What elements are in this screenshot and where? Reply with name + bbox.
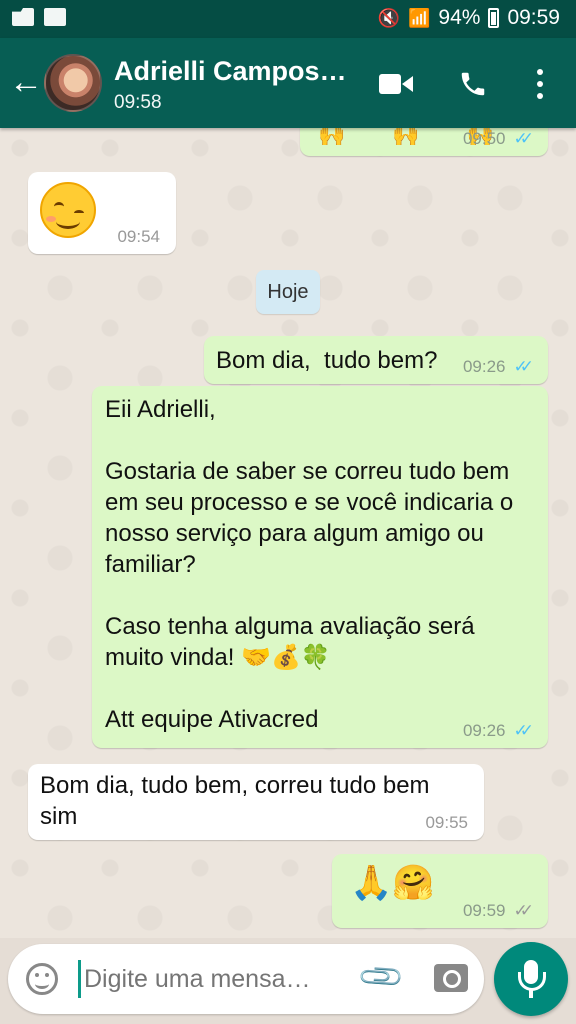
message-input[interactable]: [84, 958, 354, 1000]
back-arrow-icon[interactable]: ←: [8, 64, 44, 100]
smiling-face-emoji-icon: [40, 182, 96, 238]
delivered-ticks-icon: ✓✓: [513, 901, 534, 920]
mute-icon: 🔇: [377, 7, 400, 28]
message-bubble-in[interactable]: Bom dia, tudo bem, correu tudo bem sim 0…: [28, 764, 484, 840]
contact-name[interactable]: Adrielli Campos…: [114, 56, 347, 87]
message-time: 09:26 ✓✓: [463, 357, 534, 376]
avatar[interactable]: [44, 54, 102, 112]
message-text: 🙏🤗: [350, 863, 435, 903]
attach-icon[interactable]: 📎: [357, 953, 407, 1003]
message-time: 09:55: [425, 813, 468, 832]
read-ticks-icon: ✓✓: [513, 357, 534, 376]
message-bubble-out[interactable]: Eii Adrielli, Gostaria de saber se corre…: [92, 386, 548, 748]
battery-level: 94%: [438, 6, 481, 29]
mic-icon: [518, 960, 546, 991]
emoji-icon[interactable]: [26, 963, 58, 995]
video-call-icon[interactable]: [378, 66, 414, 102]
message-composer: 📎: [8, 944, 484, 1014]
message-bubble-out[interactable]: 🙏🤗 09:59 ✓✓: [332, 854, 548, 928]
message-time: 09:26 ✓✓: [463, 721, 534, 740]
date-separator: Hoje: [256, 270, 320, 314]
message-text: Bom dia, tudo bem, correu tudo bem sim: [40, 772, 430, 830]
clock: 09:59: [507, 6, 560, 29]
folder-icon: [12, 8, 34, 26]
message-bubble-out[interactable]: Bom dia, tudo bem? 09:26 ✓✓: [204, 336, 548, 384]
message-time: 09:54: [117, 227, 160, 246]
camera-icon[interactable]: [434, 964, 468, 992]
battery-icon: [488, 8, 500, 28]
text-caret: [78, 960, 81, 998]
message-text: Eii Adrielli, Gostaria de saber se corre…: [105, 396, 514, 733]
mic-button[interactable]: [494, 942, 568, 1016]
wifi-icon: 📶: [407, 7, 431, 28]
read-ticks-icon: ✓✓: [513, 129, 534, 148]
chat-header: ← Adrielli Campos… 09:58: [0, 38, 576, 128]
menu-icon[interactable]: [522, 66, 558, 102]
message-time: 09:59 ✓✓: [463, 901, 534, 920]
chat-area[interactable]: 🙌 🙌 🙌 09:50 ✓✓ 09:54 Hoje Bom dia, tudo b…: [0, 128, 576, 938]
message-time: 09:50 ✓✓: [463, 129, 534, 148]
message-bubble-out[interactable]: 🙌 🙌 🙌 09:50 ✓✓: [300, 128, 548, 156]
status-bar: 🔇 📶 94% 09:59: [0, 0, 576, 38]
phone-icon[interactable]: [455, 66, 491, 102]
message-bubble-in[interactable]: 09:54: [28, 172, 176, 254]
voicemail-icon: [44, 8, 66, 26]
last-seen: 09:58: [114, 92, 162, 113]
message-text: Bom dia, tudo bem?: [216, 347, 438, 374]
read-ticks-icon: ✓✓: [513, 721, 534, 740]
